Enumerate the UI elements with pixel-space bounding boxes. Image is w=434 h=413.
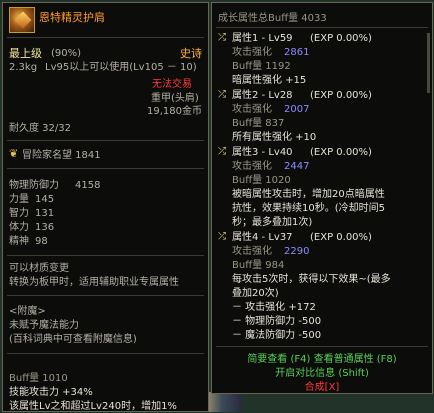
attr-exp: (EXP 0.00%) [310,33,372,44]
attr-effect: 暗属性强化 +15 [232,75,307,86]
scrollbar[interactable] [427,33,430,93]
grade-label: 最上级 [9,47,42,60]
attr-exp: (EXP 0.00%) [310,232,372,243]
attack-value: 2447 [284,161,310,172]
stat-value: 145 [35,194,55,205]
synthesis-button[interactable]: 合成[X] [212,382,432,394]
stat-value: 98 [35,236,48,247]
attr-name: 属性2 - Lv28 [232,90,293,101]
attr-name: 属性3 - Lv40 [232,147,293,158]
attr-name: 属性4 - Lv37 [232,232,293,243]
attr-effect-line: 被暗属性攻击时，增加20点暗属性 [232,189,385,200]
attr-effect-line: 抗性，效果持续10秒。(冷却时间5 [232,203,385,214]
grade-percent: (90%) [51,48,82,59]
stat-label: 物理防御力 [9,180,59,191]
stat-value: 131 [35,208,55,219]
weight: 2.3kg [9,62,38,73]
attr-effect-line: 叠加20次) [232,288,279,299]
stat-label: 体力 [9,222,29,233]
shuffle-icon[interactable]: ⤮ [218,89,226,101]
divider [7,168,204,169]
shortcut-view-toggle[interactable]: 简要查看 (F4) 查看普通属性 (F8) [212,354,432,366]
attack-value: 2007 [284,104,310,115]
enchant-hint: (百科词典中可查看附魔信息) [9,334,137,345]
attr-exp: (EXP 0.00%) [310,147,372,158]
divider [7,140,204,141]
shoulder-armor-icon [9,7,35,33]
stat-label: 智力 [9,208,29,219]
attr-effect-line: － 魔法防御力 -500 [232,330,322,341]
divider [7,255,204,256]
attr-effect: 所有属性强化 +10 [232,132,317,143]
attr-buff: Buff量 1192 [232,61,291,72]
attack-label: 攻击强化 [232,47,272,58]
divider [216,27,428,28]
level-requirement: Lv95以上可以使用(Lv105 － 10) [45,62,197,73]
adventurer-fame: 冒险家名望 1841 [22,150,101,161]
divider [216,346,428,347]
attack-label: 攻击强化 [232,246,272,257]
attr-effect-line: 秒；最多叠加1次) [232,217,313,228]
growth-header: 成长属性总Buff量 4033 [218,13,327,24]
material-change: 可以材质变更 [9,263,69,274]
divider [7,37,204,38]
attr-exp: (EXP 0.00%) [310,90,372,101]
enchant-none: 未赋予魔法能力 [9,320,79,331]
attack-label: 攻击强化 [232,104,272,115]
shuffle-icon[interactable]: ⤮ [218,32,226,44]
item-tooltip-panel: 恩特精灵护肩 最上级 (90%) 史诗 2.3kg Lv95以上可以使用(Lv1… [2,2,209,412]
attr-effect-line: 每攻击5次时，获得以下效果~(最多 [232,274,391,285]
item-title: 恩特精灵护肩 [39,11,105,24]
attack-value: 2861 [284,47,310,58]
shuffle-icon[interactable]: ⤮ [218,146,226,158]
armor-type: 重甲(头肩) [151,93,199,104]
adventurer-fame-icon: ❦ [9,147,19,160]
stat-label: 精神 [9,236,29,247]
attr-effect-line: － 物理防御力 -500 [232,316,322,327]
attack-label: 攻击强化 [232,161,272,172]
attr-buff: Buff量 984 [232,260,285,271]
truncated-effect: 该属性Lv之和超过Lv240时，增加1% [9,401,177,412]
divider [7,353,204,354]
attr-buff: Buff量 837 [232,118,285,129]
skill-attack: 技能攻击力 +34% [9,387,93,398]
divider [7,295,204,296]
stat-label: 力量 [9,194,29,205]
compare-toggle[interactable]: 开启对比信息 (Shift) [212,368,432,380]
growth-attributes-panel: 成长属性总Buff量 4033 ⤮ 属性1 - Lv59 (EXP 0.00%)… [211,2,433,394]
attr-name: 属性1 - Lv59 [232,33,293,44]
durability: 耐久度 32/32 [9,123,71,134]
enchant-label: <附魔> [9,306,46,317]
buff-amount: Buff量 1010 [9,373,68,384]
attr-effect-line: － 攻击强化 +172 [232,302,316,313]
trade-status: 无法交易 [152,79,192,90]
rarity-label: 史诗 [180,47,202,60]
stat-value: 4158 [75,180,101,191]
convert-description: 转换为板甲时，适用辅助职业专属属性 [9,277,179,288]
attack-value: 2290 [284,246,310,257]
stat-value: 136 [35,222,55,233]
attr-buff: Buff量 1020 [232,175,291,186]
sell-price: 19,180金币 [147,106,202,117]
shuffle-icon[interactable]: ⤮ [218,231,226,243]
